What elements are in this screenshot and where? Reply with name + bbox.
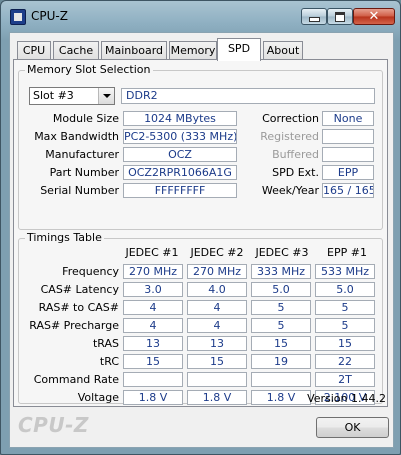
timings-cell: 5.0	[315, 282, 375, 297]
timings-row-label: Voltage	[77, 391, 119, 404]
window-title: CPU-Z	[31, 9, 68, 23]
spd-ext-value: EPP	[322, 165, 374, 180]
manufacturer-label: Manufacturer	[45, 148, 119, 161]
timings-column-header: JEDEC #1	[125, 246, 179, 259]
timings-cell: 15	[315, 336, 375, 351]
module-size-value: 1024 MBytes	[123, 111, 237, 126]
maximize-icon	[335, 11, 345, 22]
chevron-down-icon[interactable]	[98, 88, 114, 104]
timings-cell: 5.0	[251, 282, 311, 297]
timings-cell: 1.8 V	[251, 390, 311, 405]
memory-slot-selection-title: Memory Slot Selection	[25, 63, 153, 76]
timings-row-label: Command Rate	[33, 373, 119, 386]
title-bar[interactable]: CPU-Z ✕	[1, 1, 400, 31]
max-bandwidth-value: PC2-5300 (333 MHz)	[123, 129, 237, 144]
correction-value: None	[322, 111, 374, 126]
memory-slot-selection-group: Memory Slot Selection Slot #3 DDR2 Modul…	[18, 63, 383, 230]
spd-panel: Memory Slot Selection Slot #3 DDR2 Modul…	[13, 59, 388, 407]
part-number-label: Part Number	[49, 166, 119, 179]
spd-ext-label: SPD Ext.	[272, 166, 319, 179]
timings-cell: 15	[123, 354, 183, 369]
timings-row-label: tRAS	[92, 337, 119, 350]
timings-cell: 1.8 V	[187, 390, 247, 405]
timings-cell: 5	[251, 300, 311, 315]
tab-spd[interactable]: SPD	[217, 38, 261, 61]
timings-cell: 2T	[315, 372, 375, 387]
correction-label: Correction	[262, 112, 319, 125]
timings-cell: 13	[123, 336, 183, 351]
tab-cache[interactable]: Cache	[53, 41, 99, 59]
close-icon: ✕	[368, 9, 380, 24]
memory-type-field: DDR2	[121, 88, 375, 104]
ok-button[interactable]: OK	[316, 417, 389, 438]
tab-cpu[interactable]: CPU	[17, 41, 51, 59]
tab-memory[interactable]: Memory	[169, 41, 217, 59]
timings-cell: 4	[123, 318, 183, 333]
timings-cell: 13	[187, 336, 247, 351]
timings-cell	[187, 372, 247, 387]
week-year-label: Week/Year	[261, 184, 319, 197]
client-area: CPU Cache Mainboard Memory SPD About Mem…	[9, 32, 394, 448]
timings-cell: 4.0	[187, 282, 247, 297]
timings-cell: 270 MHz	[187, 264, 247, 279]
timings-cell	[251, 372, 311, 387]
buffered-value	[322, 147, 374, 162]
max-bandwidth-label: Max Bandwidth	[34, 130, 119, 143]
timings-row-label: CAS# Latency	[40, 283, 119, 296]
tab-mainboard[interactable]: Mainboard	[101, 41, 167, 59]
tab-about[interactable]: About	[263, 41, 303, 59]
week-year-value: 165 / 165	[322, 183, 374, 198]
timings-cell: 5	[315, 318, 375, 333]
timings-table-group: Timings Table JEDEC #1 JEDEC #2 JEDEC #3…	[18, 231, 383, 405]
timings-cell: 270 MHz	[123, 264, 183, 279]
timings-row-label: RAS# Precharge	[29, 319, 119, 332]
timings-cell: 333 MHz	[251, 264, 311, 279]
timings-row-label: tRC	[99, 355, 119, 368]
cpuz-app-icon	[10, 9, 26, 25]
timings-cell: 1.8 V	[123, 390, 183, 405]
tab-bar: CPU Cache Mainboard Memory SPD About	[13, 38, 391, 61]
slot-select-value: Slot #3	[33, 89, 74, 102]
timings-cell: 3.0	[123, 282, 183, 297]
timings-cell: 15	[187, 354, 247, 369]
timings-column-header: JEDEC #3	[255, 246, 309, 259]
timings-column-header: EPP #1	[327, 246, 367, 259]
serial-number-label: Serial Number	[40, 184, 119, 197]
minimize-button[interactable]	[301, 8, 327, 25]
timings-row-label: RAS# to CAS#	[38, 301, 119, 314]
timings-cell: 19	[251, 354, 311, 369]
buffered-label: Buffered	[272, 148, 319, 161]
registered-label: Registered	[260, 130, 319, 143]
timings-row-label: Frequency	[62, 265, 119, 278]
timings-table-title: Timings Table	[25, 231, 104, 244]
cpuz-window: CPU-Z ✕ CPU Cache Mainboard Memory SPD A…	[0, 0, 401, 455]
maximize-button[interactable]	[327, 8, 353, 25]
cpuz-brand-logo: CPU-Z	[18, 413, 89, 437]
registered-value	[322, 129, 374, 144]
timings-cell: 4	[187, 318, 247, 333]
timings-cell: 15	[251, 336, 311, 351]
version-label: Version 1.44.2	[307, 392, 386, 405]
timings-cell: 4	[123, 300, 183, 315]
slot-select[interactable]: Slot #3	[29, 87, 115, 105]
manufacturer-value: OCZ	[123, 147, 237, 162]
timings-cell: 5	[315, 300, 375, 315]
close-button[interactable]: ✕	[353, 8, 395, 25]
timings-cell: 22	[315, 354, 375, 369]
timings-cell	[123, 372, 183, 387]
timings-cell: 5	[251, 318, 311, 333]
serial-number-value: FFFFFFFF	[123, 183, 237, 198]
timings-column-header: JEDEC #2	[190, 246, 244, 259]
minimize-icon	[308, 17, 320, 22]
module-size-label: Module Size	[52, 112, 119, 125]
timings-cell: 533 MHz	[315, 264, 375, 279]
part-number-value: OCZ2RPR1066A1G	[123, 165, 237, 180]
timings-cell: 4	[187, 300, 247, 315]
